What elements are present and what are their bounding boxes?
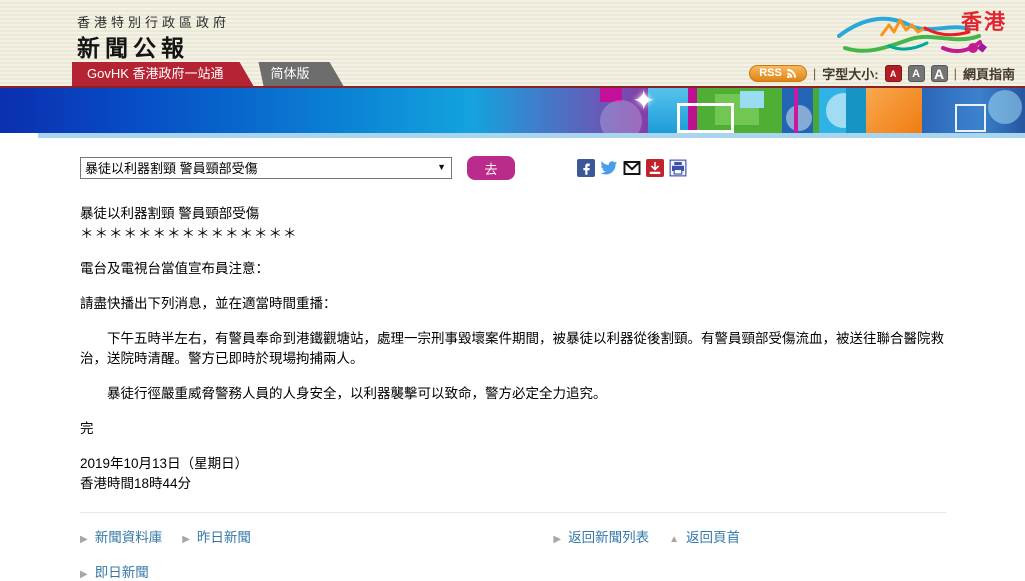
envelope-icon bbox=[623, 159, 641, 177]
twitter-share-icon[interactable] bbox=[600, 159, 618, 177]
facebook-share-icon[interactable] bbox=[577, 159, 595, 177]
arrow-up-icon: ▲ bbox=[669, 534, 679, 545]
download-icon bbox=[646, 159, 664, 177]
arrow-right-icon: ▶ bbox=[182, 534, 190, 545]
footer-links-right: ▶ 返回新聞列表 ▲ 返回頁首 bbox=[553, 526, 740, 546]
footer-links-row1: ▶ 新聞資料庫 ▶ 昨日新聞 ▶ 返回新聞列表 ▲ 返回頁首 bbox=[80, 526, 740, 546]
news-archive-label: 新聞資料庫 bbox=[95, 530, 163, 545]
banner-mosaic-block bbox=[866, 88, 922, 133]
arrow-right-icon: ▶ bbox=[80, 569, 88, 580]
back-to-news-list-label: 返回新聞列表 bbox=[568, 530, 649, 545]
printer-icon bbox=[669, 159, 687, 177]
arrow-right-icon: ▶ bbox=[80, 534, 88, 545]
news-toolbar: 暴徒以利器割頸 警員頸部受傷 ▼ 去 bbox=[80, 156, 1025, 180]
tab-simplified-chinese[interactable]: 简体版 bbox=[245, 62, 344, 86]
font-size-small-button[interactable]: A bbox=[885, 65, 902, 82]
yesterday-news-link[interactable]: ▶ 昨日新聞 bbox=[182, 526, 251, 546]
article-time: 香港時間18時44分 bbox=[80, 474, 946, 494]
font-size-large-button[interactable]: A bbox=[931, 65, 948, 82]
footer-links-left: ▶ 新聞資料庫 ▶ 昨日新聞 bbox=[80, 526, 251, 546]
back-to-top-label: 返回頁首 bbox=[686, 530, 740, 545]
go-button[interactable]: 去 bbox=[467, 156, 515, 180]
header-utility-bar: RSS | 字型大小: A A A | 網頁指南 bbox=[749, 64, 1015, 83]
footer-divider bbox=[80, 512, 946, 513]
arrow-right-icon: ▶ bbox=[553, 534, 561, 545]
separator: | bbox=[813, 66, 816, 81]
article-end-mark: 完 bbox=[80, 419, 946, 439]
page-header: 香港特別行政區政府 新聞公報 香港 GovHK 香港政府一站通 简体版 RSS … bbox=[0, 0, 1025, 88]
today-news-label: 即日新聞 bbox=[95, 565, 149, 580]
article-broadcast-note: 請盡快播出下列消息，並在適當時間重播： bbox=[80, 294, 946, 314]
brand-wordmark: 香港 bbox=[961, 6, 1007, 36]
rss-label: RSS bbox=[759, 67, 782, 79]
twitter-bird-icon bbox=[600, 159, 618, 177]
banner-mosaic-block bbox=[794, 88, 798, 133]
page-title: 新聞公報 bbox=[77, 29, 189, 63]
article-attention-line: 電台及電視台當值宣布員注意： bbox=[80, 259, 946, 279]
article-date: 2019年10月13日（星期日） bbox=[80, 454, 946, 474]
footer-links: ▶ 新聞資料庫 ▶ 昨日新聞 ▶ 返回新聞列表 ▲ 返回頁首 ▶ 即日新聞 bbox=[80, 526, 740, 581]
download-share-icon[interactable] bbox=[646, 159, 664, 177]
main-content: 暴徒以利器割頸 警員頸部受傷 ▼ 去 bbox=[0, 138, 1025, 581]
font-size-label: 字型大小: bbox=[822, 64, 878, 83]
rss-button[interactable]: RSS bbox=[749, 65, 807, 82]
brand-hongkong-logo: 香港 bbox=[837, 2, 1009, 62]
tab-govhk[interactable]: GovHK 香港政府一站通 bbox=[72, 62, 254, 86]
banner-mosaic-circle bbox=[786, 105, 812, 131]
article-paragraph: 暴徒行徑嚴重威脅警務人員的人身安全，以利器襲擊可以致命，警方必定全力追究。 bbox=[80, 384, 946, 404]
article-paragraph: 下午五時半左右，有警員奉命到港鐵觀塘站，處理一宗刑事毀壞案件期間，被暴徒以利器從… bbox=[80, 329, 946, 369]
yesterday-news-label: 昨日新聞 bbox=[197, 530, 251, 545]
today-news-link[interactable]: ▶ 即日新聞 bbox=[80, 565, 149, 580]
article-title: 暴徒以利器割頸 警員頸部受傷 bbox=[80, 204, 946, 224]
back-to-news-list-link[interactable]: ▶ 返回新聞列表 bbox=[553, 526, 649, 546]
back-to-top-link[interactable]: ▲ 返回頁首 bbox=[669, 526, 740, 546]
share-icons bbox=[577, 159, 687, 177]
header-tabs: GovHK 香港政府一站通 简体版 bbox=[72, 62, 344, 86]
banner-mosaic-outline bbox=[677, 103, 734, 133]
font-size-medium-button[interactable]: A bbox=[908, 65, 925, 82]
rss-feed-icon bbox=[786, 68, 797, 79]
email-share-icon[interactable] bbox=[623, 159, 641, 177]
banner-mosaic-block bbox=[740, 91, 764, 108]
news-archive-link[interactable]: ▶ 新聞資料庫 bbox=[80, 526, 162, 546]
facebook-icon bbox=[577, 159, 595, 177]
theme-banner: ✦ bbox=[0, 88, 1025, 133]
news-select-wrap: 暴徒以利器割頸 警員頸部受傷 ▼ bbox=[80, 157, 452, 179]
press-release-article: 暴徒以利器割頸 警員頸部受傷 ＊＊＊＊＊＊＊＊＊＊＊＊＊＊＊ 電台及電視台當值宣… bbox=[80, 204, 946, 494]
footer-links-row2: ▶ 即日新聞 bbox=[80, 561, 740, 581]
banner-mosaic-block bbox=[846, 88, 866, 133]
banner-mosaic-outline bbox=[955, 104, 986, 132]
banner-mosaic-circle bbox=[988, 90, 1022, 124]
separator: | bbox=[954, 66, 957, 81]
banner-sparkle-icon: ✦ bbox=[632, 88, 662, 129]
news-title-select[interactable]: 暴徒以利器割頸 警員頸部受傷 bbox=[80, 157, 452, 179]
article-title-separator: ＊＊＊＊＊＊＊＊＊＊＊＊＊＊＊ bbox=[80, 224, 946, 244]
print-share-icon[interactable] bbox=[669, 159, 687, 177]
site-guide-link[interactable]: 網頁指南 bbox=[963, 64, 1015, 83]
